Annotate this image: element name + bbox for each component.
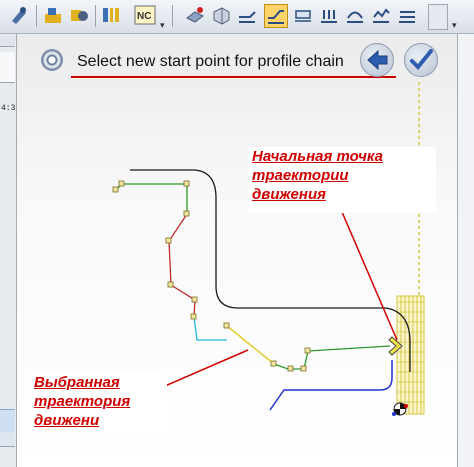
chain-node: [165, 237, 172, 244]
prompt-underline: [71, 76, 396, 78]
chain-node: [287, 365, 294, 372]
chain-node: [183, 210, 190, 217]
annotation-line: Начальная точка: [252, 148, 383, 165]
chain-node: [223, 322, 230, 329]
green-segment: [273, 345, 391, 370]
chain-node: [270, 360, 277, 367]
back-arrow-icon: [367, 49, 388, 71]
annotation-line: движени: [34, 412, 100, 429]
chain-node: [118, 180, 125, 187]
annotation-line: движения: [252, 186, 326, 203]
annotation-line: Выбранная: [34, 374, 120, 391]
chain-node: [190, 313, 197, 320]
prompt-text: Select new start point for profile chain: [77, 53, 344, 70]
green-segment: [115, 183, 188, 214]
prompt-bar: Select new start point for profile chain: [37, 43, 447, 85]
selected-path-callout-line: [164, 349, 249, 387]
annotation-line: траектории: [252, 167, 349, 184]
chain-node: [304, 347, 311, 354]
annotation-line: траектория: [34, 393, 131, 410]
yellow-segment: [226, 325, 275, 365]
selected-path-annotation: Выбранная траектория движени: [31, 373, 167, 436]
chain-node: [112, 186, 119, 193]
chain-node: [191, 296, 198, 303]
chain-node: [183, 180, 190, 187]
red-segment: [168, 213, 196, 318]
start-point-callout-line: [341, 211, 398, 341]
start-point-annotation: Начальная точка траектории движения: [248, 147, 436, 213]
ok-button[interactable]: [404, 43, 438, 77]
target-icon: [41, 49, 63, 71]
checkmark-icon: [410, 49, 433, 70]
back-button[interactable]: [360, 43, 394, 77]
cyan-segment: [193, 316, 227, 341]
chain-node: [300, 365, 307, 372]
chain-node: [167, 281, 174, 288]
